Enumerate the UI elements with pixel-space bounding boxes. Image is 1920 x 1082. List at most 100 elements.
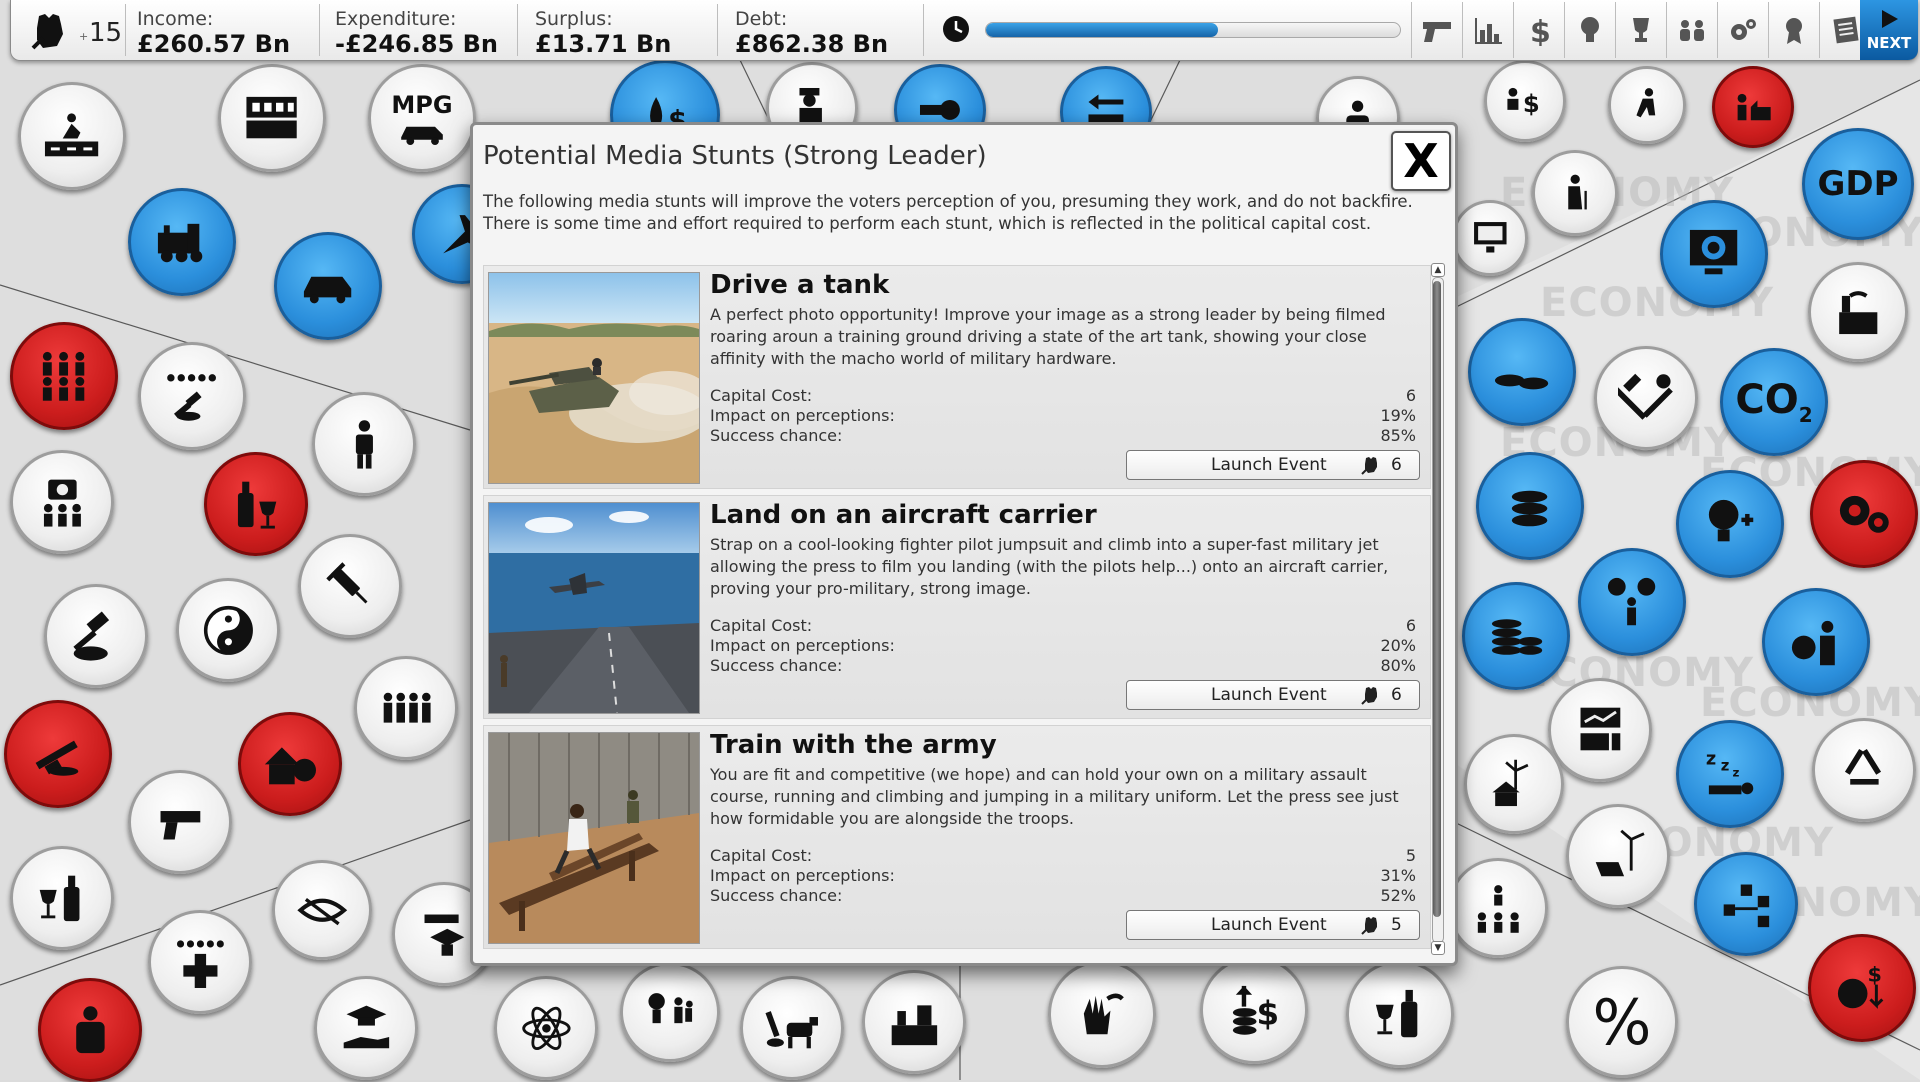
fist-icon bbox=[31, 14, 63, 50]
gdp-stat[interactable]: GDP bbox=[1802, 128, 1914, 240]
close-button[interactable]: X bbox=[1391, 131, 1451, 191]
tool-achievements[interactable] bbox=[1615, 2, 1666, 58]
worker-policy[interactable] bbox=[312, 392, 416, 496]
tool-settings[interactable] bbox=[1717, 2, 1768, 58]
surplus-stat[interactable]: Surplus: £13.71 Bn bbox=[523, 4, 718, 58]
launch-event-button[interactable]: Launch Event 6 bbox=[1126, 450, 1420, 480]
industry-group[interactable] bbox=[1810, 460, 1918, 568]
road-building-policy[interactable] bbox=[18, 82, 126, 190]
capital-cost-label: Capital Cost: bbox=[710, 616, 813, 635]
elderly-icon bbox=[1568, 174, 1587, 210]
science-policy[interactable] bbox=[494, 976, 598, 1080]
scroll-up-button[interactable]: ▲ bbox=[1431, 263, 1445, 277]
labs-policy[interactable] bbox=[862, 970, 966, 1074]
debt-stat[interactable]: Debt: £862.38 Bn bbox=[723, 4, 924, 58]
co2-stat[interactable]: CO2 bbox=[1720, 348, 1828, 456]
impact-label: Impact on perceptions: bbox=[710, 406, 895, 425]
fist-icon bbox=[1361, 687, 1377, 705]
tool-bar-chart[interactable] bbox=[1462, 2, 1513, 58]
dialog-title: Potential Media Stunts (Strong Leader) bbox=[483, 141, 987, 171]
debt-value: £862.38 Bn bbox=[735, 30, 889, 58]
graduate-policy[interactable] bbox=[314, 976, 418, 1080]
political-capital[interactable]: + 15 bbox=[21, 4, 126, 56]
bus-policy[interactable] bbox=[218, 64, 326, 172]
media-stunts-dialog: Potential Media Stunts (Strong Leader) X… bbox=[470, 122, 1458, 966]
scroll-down-button[interactable]: ▼ bbox=[1431, 941, 1445, 955]
tool-awards[interactable] bbox=[1768, 2, 1819, 58]
organisation-stat[interactable] bbox=[1694, 852, 1798, 956]
income-label: Income: bbox=[137, 8, 214, 30]
hierarchy-policy[interactable] bbox=[1448, 858, 1548, 958]
interest-rate-policy[interactable]: % bbox=[1566, 966, 1678, 1078]
svg-text:$: $ bbox=[1257, 995, 1280, 1033]
drugs-policy[interactable] bbox=[298, 534, 402, 638]
car-icon bbox=[401, 126, 443, 145]
alcohol-tax-policy[interactable] bbox=[1346, 960, 1454, 1068]
eye-icon bbox=[297, 897, 347, 925]
renewable-energy-policy[interactable] bbox=[1566, 804, 1670, 908]
income-stat[interactable]: Income: £260.57 Bn bbox=[125, 4, 320, 58]
launch-event-button[interactable]: Launch Event 5 bbox=[1126, 910, 1420, 940]
turn-progress-fill bbox=[986, 23, 1218, 37]
recycling-policy[interactable] bbox=[1812, 718, 1916, 822]
bar-chart-icon bbox=[1475, 18, 1502, 44]
tools-policy[interactable] bbox=[1594, 346, 1698, 450]
wealth-stat[interactable] bbox=[1462, 582, 1570, 690]
expenditure-value: -£246.85 Bn bbox=[335, 30, 499, 58]
rail-policy[interactable] bbox=[128, 188, 236, 296]
wealthy-group[interactable] bbox=[1762, 588, 1870, 696]
tool-voters[interactable] bbox=[1666, 2, 1717, 58]
capital-cost-row: Capital Cost: 5 bbox=[710, 846, 1416, 865]
stocks-policy[interactable] bbox=[1548, 678, 1652, 782]
equality-policy[interactable] bbox=[272, 860, 372, 960]
religion-policy[interactable] bbox=[176, 578, 280, 682]
alcohol-policy[interactable] bbox=[10, 846, 114, 950]
tax-coins-policy[interactable]: $ bbox=[1200, 956, 1308, 1064]
success-value: 85% bbox=[1380, 426, 1416, 445]
healthcare-policy[interactable] bbox=[148, 910, 252, 1014]
dialog-scrollbar[interactable]: ▲ ▼ bbox=[1429, 263, 1445, 955]
innovation-stat[interactable] bbox=[1676, 470, 1784, 578]
media-policy[interactable] bbox=[10, 450, 114, 554]
agriculture-worker-policy[interactable] bbox=[1608, 66, 1686, 144]
scroll-thumb[interactable] bbox=[1433, 281, 1441, 917]
success-label: Success chance: bbox=[710, 886, 843, 905]
sleep-stat[interactable]: zzz bbox=[1676, 720, 1784, 828]
population-group[interactable] bbox=[10, 322, 118, 430]
tool-finance[interactable]: $ bbox=[1513, 2, 1564, 58]
alcohol-group[interactable] bbox=[204, 452, 308, 556]
gun-crime-group[interactable] bbox=[4, 700, 112, 808]
savings-stat[interactable] bbox=[1476, 452, 1584, 560]
stunt-card: Train with the army You are fit and comp… bbox=[483, 725, 1431, 949]
launch-event-button[interactable]: Launch Event 6 bbox=[1126, 680, 1420, 710]
tech-industry-stat[interactable] bbox=[1660, 200, 1768, 308]
industry-policy[interactable] bbox=[1808, 262, 1908, 362]
expenditure-stat[interactable]: Expenditure: -£246.85 Bn bbox=[323, 4, 518, 58]
citizens-policy[interactable] bbox=[354, 656, 458, 760]
health-group[interactable] bbox=[38, 978, 142, 1082]
jury-policy[interactable] bbox=[138, 342, 246, 450]
wind-housing-policy[interactable] bbox=[1464, 734, 1564, 834]
car-policy[interactable] bbox=[274, 232, 382, 340]
handgun-policy[interactable] bbox=[128, 770, 232, 874]
fuel-efficiency-policy[interactable]: MPG bbox=[368, 64, 476, 172]
pensions-policy[interactable] bbox=[1532, 150, 1618, 236]
tool-ideas[interactable] bbox=[1564, 2, 1615, 58]
road-worker-icon bbox=[45, 113, 99, 157]
imports-group[interactable]: $ bbox=[1808, 934, 1916, 1042]
technology-policy[interactable] bbox=[1452, 200, 1528, 276]
housing-group[interactable] bbox=[238, 712, 342, 816]
courts-policy[interactable] bbox=[44, 584, 148, 688]
social-stat[interactable] bbox=[1578, 548, 1686, 656]
tax-revenue-stat[interactable] bbox=[1468, 318, 1576, 426]
success-row: Success chance: 52% bbox=[710, 886, 1416, 905]
labour-policy[interactable] bbox=[1048, 960, 1156, 1068]
stunt-card: Drive a tank A perfect photo opportunity… bbox=[483, 265, 1431, 489]
welfare-policy[interactable]: $ bbox=[1484, 60, 1566, 142]
gavel-icon bbox=[73, 611, 109, 661]
awards-policy[interactable] bbox=[620, 962, 720, 1062]
tool-gun[interactable] bbox=[1411, 2, 1462, 58]
unemployment-group[interactable] bbox=[1712, 66, 1794, 148]
next-turn-button[interactable]: NEXT bbox=[1860, 0, 1918, 60]
farming-policy[interactable] bbox=[740, 976, 844, 1080]
